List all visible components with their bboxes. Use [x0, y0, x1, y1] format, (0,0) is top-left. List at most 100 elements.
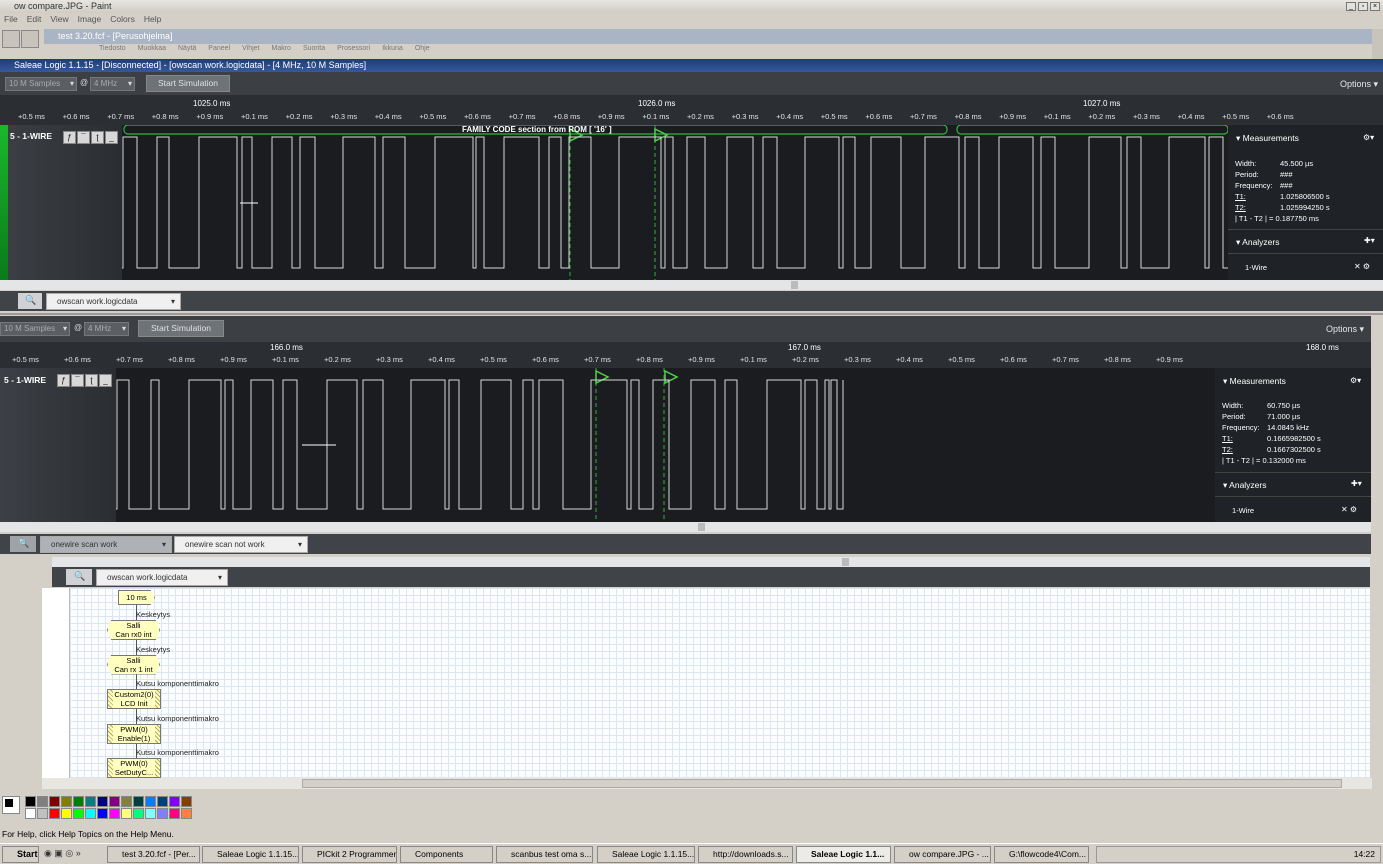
rect-select-tool-icon[interactable]: [21, 30, 39, 48]
start-button[interactable]: Start: [2, 846, 39, 863]
palette-swatch[interactable]: [121, 808, 132, 819]
bottom-start-simulation-button[interactable]: Start Simulation: [138, 320, 224, 337]
menu-edit[interactable]: Edit: [27, 14, 42, 24]
macro-call-block[interactable]: PWM(0) Enable(1): [107, 723, 161, 744]
palette-swatch[interactable]: [97, 796, 108, 807]
fc-menu-item[interactable]: Ikkuna: [382, 45, 403, 52]
taskbar-item[interactable]: Saleae Logic 1.1.15...: [202, 846, 299, 863]
fc-menu-item[interactable]: Makro: [271, 45, 290, 52]
top-waveform-area[interactable]: FAMILY CODE section from ROM [ '16' ]: [122, 125, 1228, 280]
palette-swatch[interactable]: [145, 796, 156, 807]
paint-scrollbar[interactable]: [1372, 29, 1383, 59]
taskbar-item[interactable]: Saleae Logic 1.1...: [796, 846, 891, 863]
bottom-trigger-falling-icon[interactable]: ʈ: [85, 374, 98, 387]
palette-swatch[interactable]: [25, 808, 36, 819]
trigger-falling-icon[interactable]: ʈ: [91, 131, 104, 144]
analyzers-header[interactable]: ▾ Analyzers: [1236, 237, 1280, 248]
palette-swatch[interactable]: [49, 796, 60, 807]
interrupt-block[interactable]: Salli Can rx0 int: [107, 620, 160, 640]
menu-view[interactable]: View: [50, 14, 68, 24]
taskbar-item[interactable]: G:\flowcode4\Com...: [994, 846, 1089, 863]
palette-swatch[interactable]: [73, 796, 84, 807]
taskbar-item[interactable]: ow compare.JPG - ...: [894, 846, 991, 863]
palette-swatch[interactable]: [85, 808, 96, 819]
bottom-options-menu[interactable]: Options ▾: [1326, 324, 1364, 335]
palette-swatch[interactable]: [109, 796, 120, 807]
bottom-add-analyzer-icon[interactable]: ✚▾: [1351, 479, 1362, 488]
measurements-header[interactable]: ▾ Measurements: [1236, 133, 1299, 144]
palette-swatch[interactable]: [37, 808, 48, 819]
taskbar-item[interactable]: Components: [400, 846, 493, 863]
palette-swatch[interactable]: [169, 796, 180, 807]
bottom-v-scrollbar[interactable]: [1371, 316, 1383, 536]
taskbar-item[interactable]: test 3.20.fcf - [Per...: [107, 846, 200, 863]
macro-call-block[interactable]: PWM(0) SetDutyC...: [107, 758, 161, 778]
flowchart-v-scrollbar[interactable]: [1370, 588, 1383, 778]
palette-swatch[interactable]: [181, 796, 192, 807]
add-analyzer-icon[interactable]: ✚▾: [1364, 236, 1375, 245]
close-button[interactable]: ×: [1370, 2, 1380, 11]
palette-swatch[interactable]: [49, 808, 60, 819]
search-icon[interactable]: 🔍: [18, 293, 42, 309]
interrupt-block[interactable]: Salli Can rx 1 int: [107, 654, 160, 675]
palette-swatch[interactable]: [133, 796, 144, 807]
flowchart-canvas[interactable]: 10 ms Keskeytys Salli Can rx0 int Keskeytys…: [70, 588, 1370, 785]
menu-colors[interactable]: Colors: [110, 14, 135, 24]
fc-menu-item[interactable]: Prosessori: [337, 45, 370, 52]
bottom-search-icon[interactable]: 🔍: [10, 536, 36, 552]
trigger-high-icon[interactable]: ¯: [77, 131, 90, 144]
bottom-h-scrollbar[interactable]: [0, 522, 1371, 532]
bottom-measurements-header[interactable]: ▾ Measurements: [1223, 376, 1286, 387]
taskbar-item[interactable]: http://downloads.s...: [698, 846, 793, 863]
palette-swatch[interactable]: [73, 808, 84, 819]
delay-block[interactable]: 10 ms: [118, 590, 155, 605]
bottom-trigger-rising-icon[interactable]: ƒ: [57, 374, 70, 387]
fc-menu-item[interactable]: Suorita: [303, 45, 325, 52]
rate-select[interactable]: 4 MHz: [90, 77, 135, 91]
taskbar-item[interactable]: Saleae Logic 1.1.15...: [597, 846, 695, 863]
fc-menu-item[interactable]: Vihjet: [242, 45, 259, 52]
tab-third-owscan-work[interactable]: owscan work.logicdata ▾: [96, 569, 228, 586]
bottom-trigger-high-icon[interactable]: ¯: [71, 374, 84, 387]
bottom-analyzer-close-icon[interactable]: ✕ ⚙: [1341, 505, 1357, 514]
third-search-icon[interactable]: 🔍: [66, 569, 92, 585]
palette-swatch[interactable]: [133, 808, 144, 819]
flowchart-h-scrollbar[interactable]: [42, 778, 1372, 789]
third-h-scrollbar[interactable]: [52, 557, 1370, 567]
palette-swatch[interactable]: [61, 796, 72, 807]
options-menu[interactable]: Options ▾: [1340, 79, 1378, 90]
tab-onewire-scan-work[interactable]: onewire scan work ▾: [40, 536, 172, 553]
bottom-samples-select[interactable]: 10 M Samples: [0, 322, 70, 336]
free-select-tool-icon[interactable]: [2, 30, 20, 48]
taskbar-item[interactable]: scanbus test oma s...: [496, 846, 593, 863]
palette-swatch[interactable]: [181, 808, 192, 819]
bottom-measurements-settings-icon[interactable]: ⚙▾: [1350, 376, 1361, 385]
taskbar-item[interactable]: PICkit 2 Programmer: [302, 846, 397, 863]
tab-owscan-work[interactable]: owscan work.logicdata ▾: [46, 293, 181, 310]
bottom-waveform-area[interactable]: [116, 368, 1215, 522]
minimize-button[interactable]: _: [1346, 2, 1356, 11]
bottom-analyzers-header[interactable]: ▾ Analyzers: [1223, 480, 1267, 491]
palette-swatch[interactable]: [121, 796, 132, 807]
bottom-trigger-low-icon[interactable]: _: [99, 374, 112, 387]
top-h-scrollbar[interactable]: [0, 280, 1383, 290]
palette-swatch[interactable]: [97, 808, 108, 819]
fc-menu-item[interactable]: Näytä: [178, 45, 196, 52]
bottom-rate-select[interactable]: 4 MHz: [84, 322, 129, 336]
menu-file[interactable]: File: [4, 14, 18, 24]
quick-launch-icons[interactable]: ◉ ▣ ◎ »: [44, 848, 81, 859]
trigger-low-icon[interactable]: _: [105, 131, 118, 144]
start-simulation-button[interactable]: Start Simulation: [146, 75, 230, 92]
samples-select[interactable]: 10 M Samples: [5, 77, 77, 91]
palette-swatch[interactable]: [85, 796, 96, 807]
menu-help[interactable]: Help: [144, 14, 161, 24]
palette-swatch[interactable]: [157, 796, 168, 807]
restore-button[interactable]: ▫: [1358, 2, 1368, 11]
palette-swatch[interactable]: [25, 796, 36, 807]
palette-swatch[interactable]: [145, 808, 156, 819]
fc-menu-item[interactable]: Muokkaa: [138, 45, 166, 52]
fc-menu-item[interactable]: Ohje: [415, 45, 430, 52]
palette-swatch[interactable]: [157, 808, 168, 819]
palette-swatch[interactable]: [109, 808, 120, 819]
menu-image[interactable]: Image: [78, 14, 102, 24]
